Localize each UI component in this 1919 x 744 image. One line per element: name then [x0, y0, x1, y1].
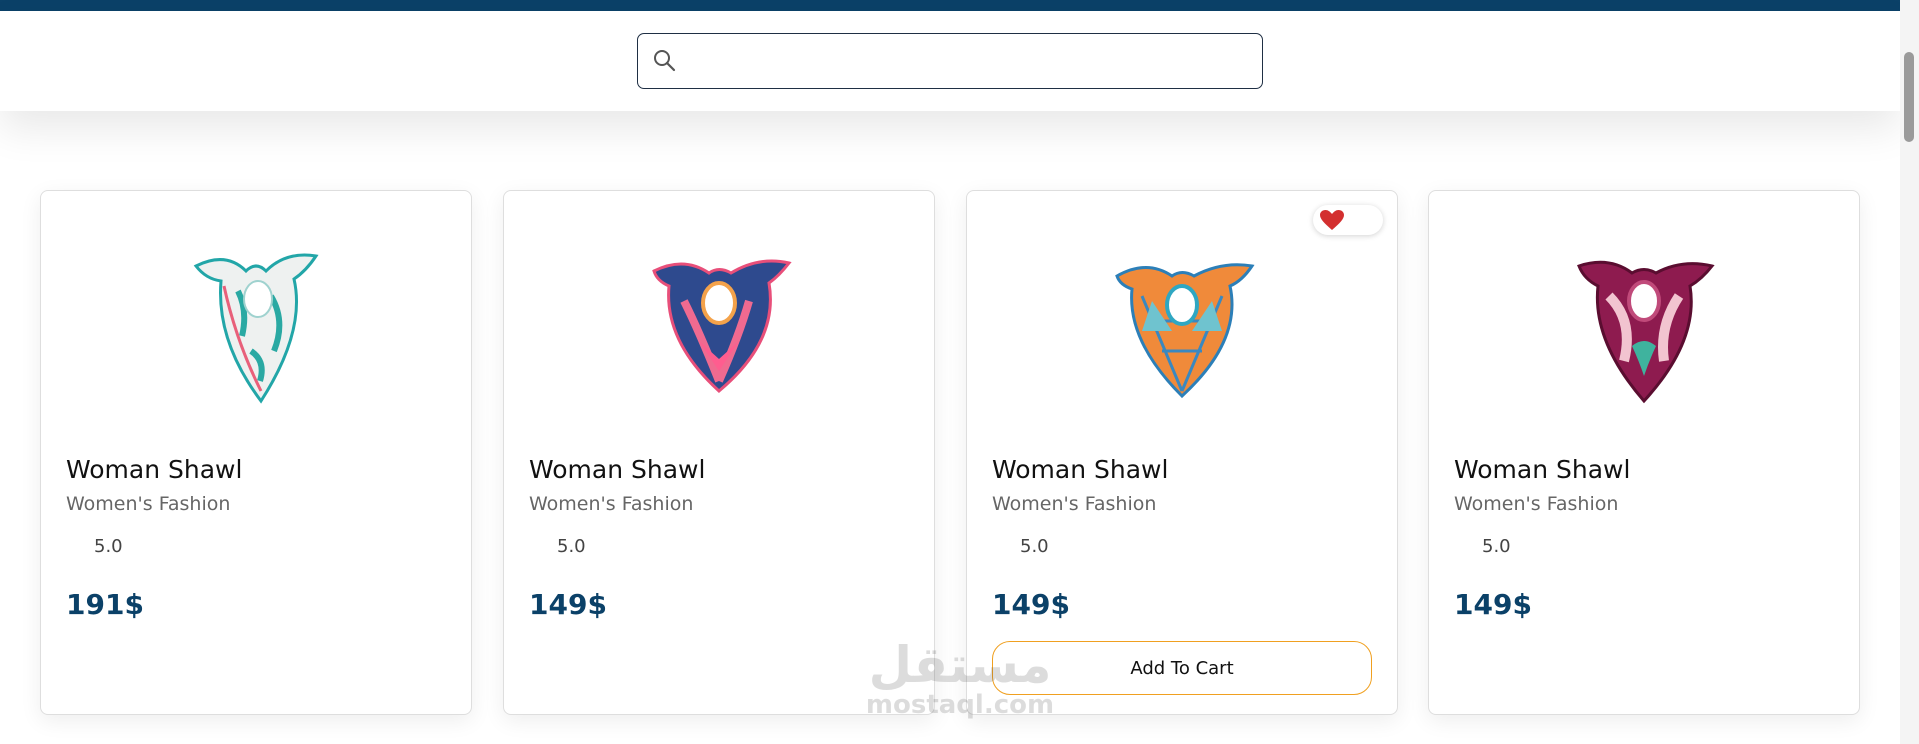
product-category: Women's Fashion — [1454, 493, 1619, 515]
scarf-image — [652, 259, 792, 393]
scrollbar[interactable] — [1900, 0, 1919, 744]
product-image[interactable] — [41, 241, 471, 421]
scrollbar-thumb[interactable] — [1904, 52, 1914, 142]
heart-icon[interactable] — [1319, 209, 1345, 231]
product-card[interactable]: Woman Shawl Women's Fashion 5.0 191$ — [40, 190, 472, 715]
search-icon — [654, 50, 676, 72]
watermark-latin: mostaql.com — [865, 690, 1055, 720]
watermark: مستقل mostaql.com — [860, 640, 1060, 730]
search-bar[interactable] — [637, 33, 1263, 89]
product-price: 149$ — [1454, 588, 1532, 621]
product-price: 149$ — [992, 588, 1070, 621]
search-input[interactable] — [688, 42, 1252, 82]
product-price: 149$ — [529, 588, 607, 621]
product-image[interactable] — [967, 241, 1397, 421]
top-nav-bar — [0, 0, 1900, 11]
product-rating: 5.0 — [1482, 536, 1511, 557]
favorite-toggle[interactable] — [1313, 205, 1383, 235]
product-image[interactable] — [504, 241, 934, 421]
product-rating: 5.0 — [94, 536, 123, 557]
product-title[interactable]: Woman Shawl — [529, 455, 705, 484]
product-title[interactable]: Woman Shawl — [992, 455, 1168, 484]
product-category: Women's Fashion — [529, 493, 694, 515]
product-rating: 5.0 — [557, 536, 586, 557]
scarf-image — [1115, 263, 1255, 399]
scarf-image — [193, 253, 319, 404]
product-card[interactable]: Woman Shawl Women's Fashion 5.0 149$ — [1428, 190, 1860, 715]
product-category: Women's Fashion — [66, 493, 231, 515]
product-image[interactable] — [1429, 241, 1859, 421]
product-category: Women's Fashion — [992, 493, 1157, 515]
product-title[interactable]: Woman Shawl — [1454, 455, 1630, 484]
product-rating: 5.0 — [1020, 536, 1049, 557]
watermark-arabic: مستقل — [868, 636, 1052, 694]
scarf-image — [1577, 260, 1715, 404]
product-price: 191$ — [66, 588, 144, 621]
product-title[interactable]: Woman Shawl — [66, 455, 242, 484]
